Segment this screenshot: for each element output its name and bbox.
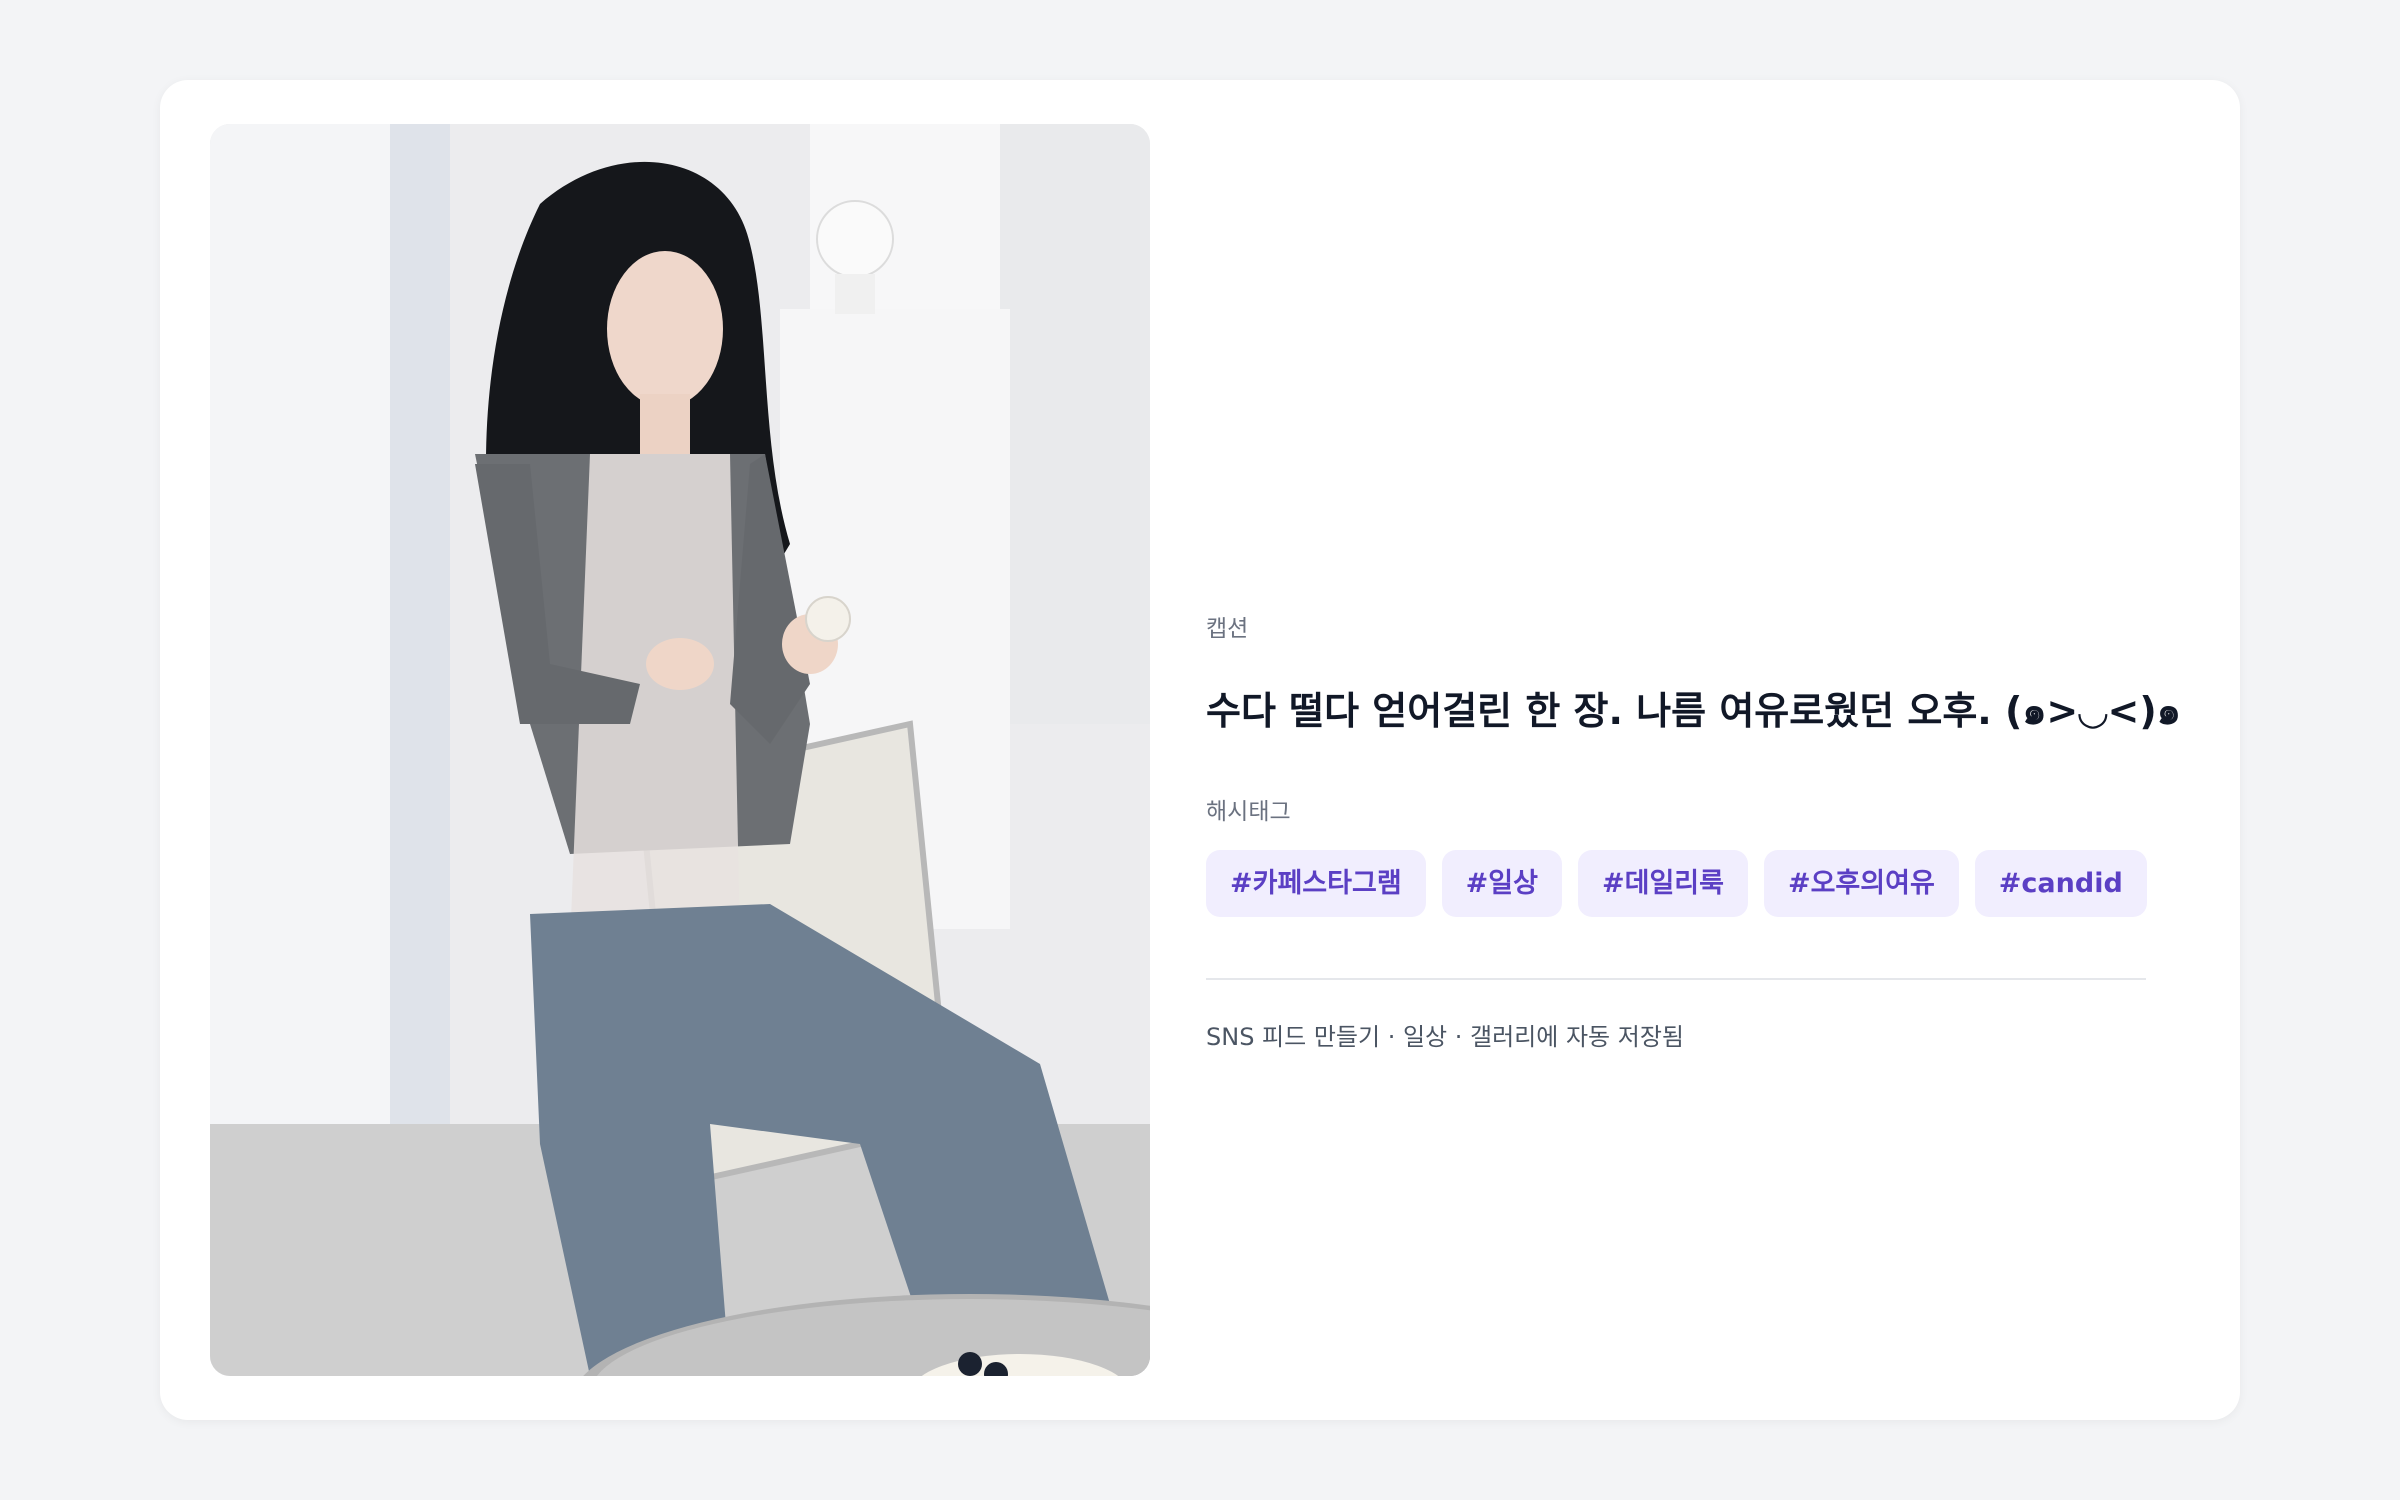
post-card: 캡션 수다 떨다 얻어걸린 한 장. 나름 여유로웠던 오후. (๑>◡<)๑ … bbox=[160, 80, 2240, 1420]
caption-label: 캡션 bbox=[1206, 616, 1249, 642]
hashtag-chip[interactable]: #오후의여유 bbox=[1763, 850, 1959, 917]
post-info-panel: 캡션 수다 떨다 얻어걸린 한 장. 나름 여유로웠던 오후. (๑>◡<)๑ … bbox=[1206, 124, 2181, 1376]
hashtag-label: 해시태그 bbox=[1206, 799, 1291, 825]
post-photo[interactable] bbox=[210, 124, 1150, 1376]
caption-text: 수다 떨다 얻어걸린 한 장. 나름 여유로웠던 오후. (๑>◡<)๑ bbox=[1206, 689, 2181, 733]
hashtag-chip[interactable]: #일상 bbox=[1441, 850, 1562, 917]
hashtag-list: #카페스타그램 #일상 #데일리룩 #오후의여유 #candid bbox=[1206, 850, 2147, 917]
hashtag-chip[interactable]: #카페스타그램 bbox=[1206, 850, 1426, 917]
footer-note: SNS 피드 만들기 · 일상 · 갤러리에 자동 저장됨 bbox=[1206, 1023, 1684, 1051]
hashtag-chip[interactable]: #candid bbox=[1974, 850, 2147, 917]
photo-illustration bbox=[210, 124, 1150, 1376]
hashtag-chip[interactable]: #데일리룩 bbox=[1577, 850, 1748, 917]
section-divider bbox=[1206, 978, 2146, 980]
